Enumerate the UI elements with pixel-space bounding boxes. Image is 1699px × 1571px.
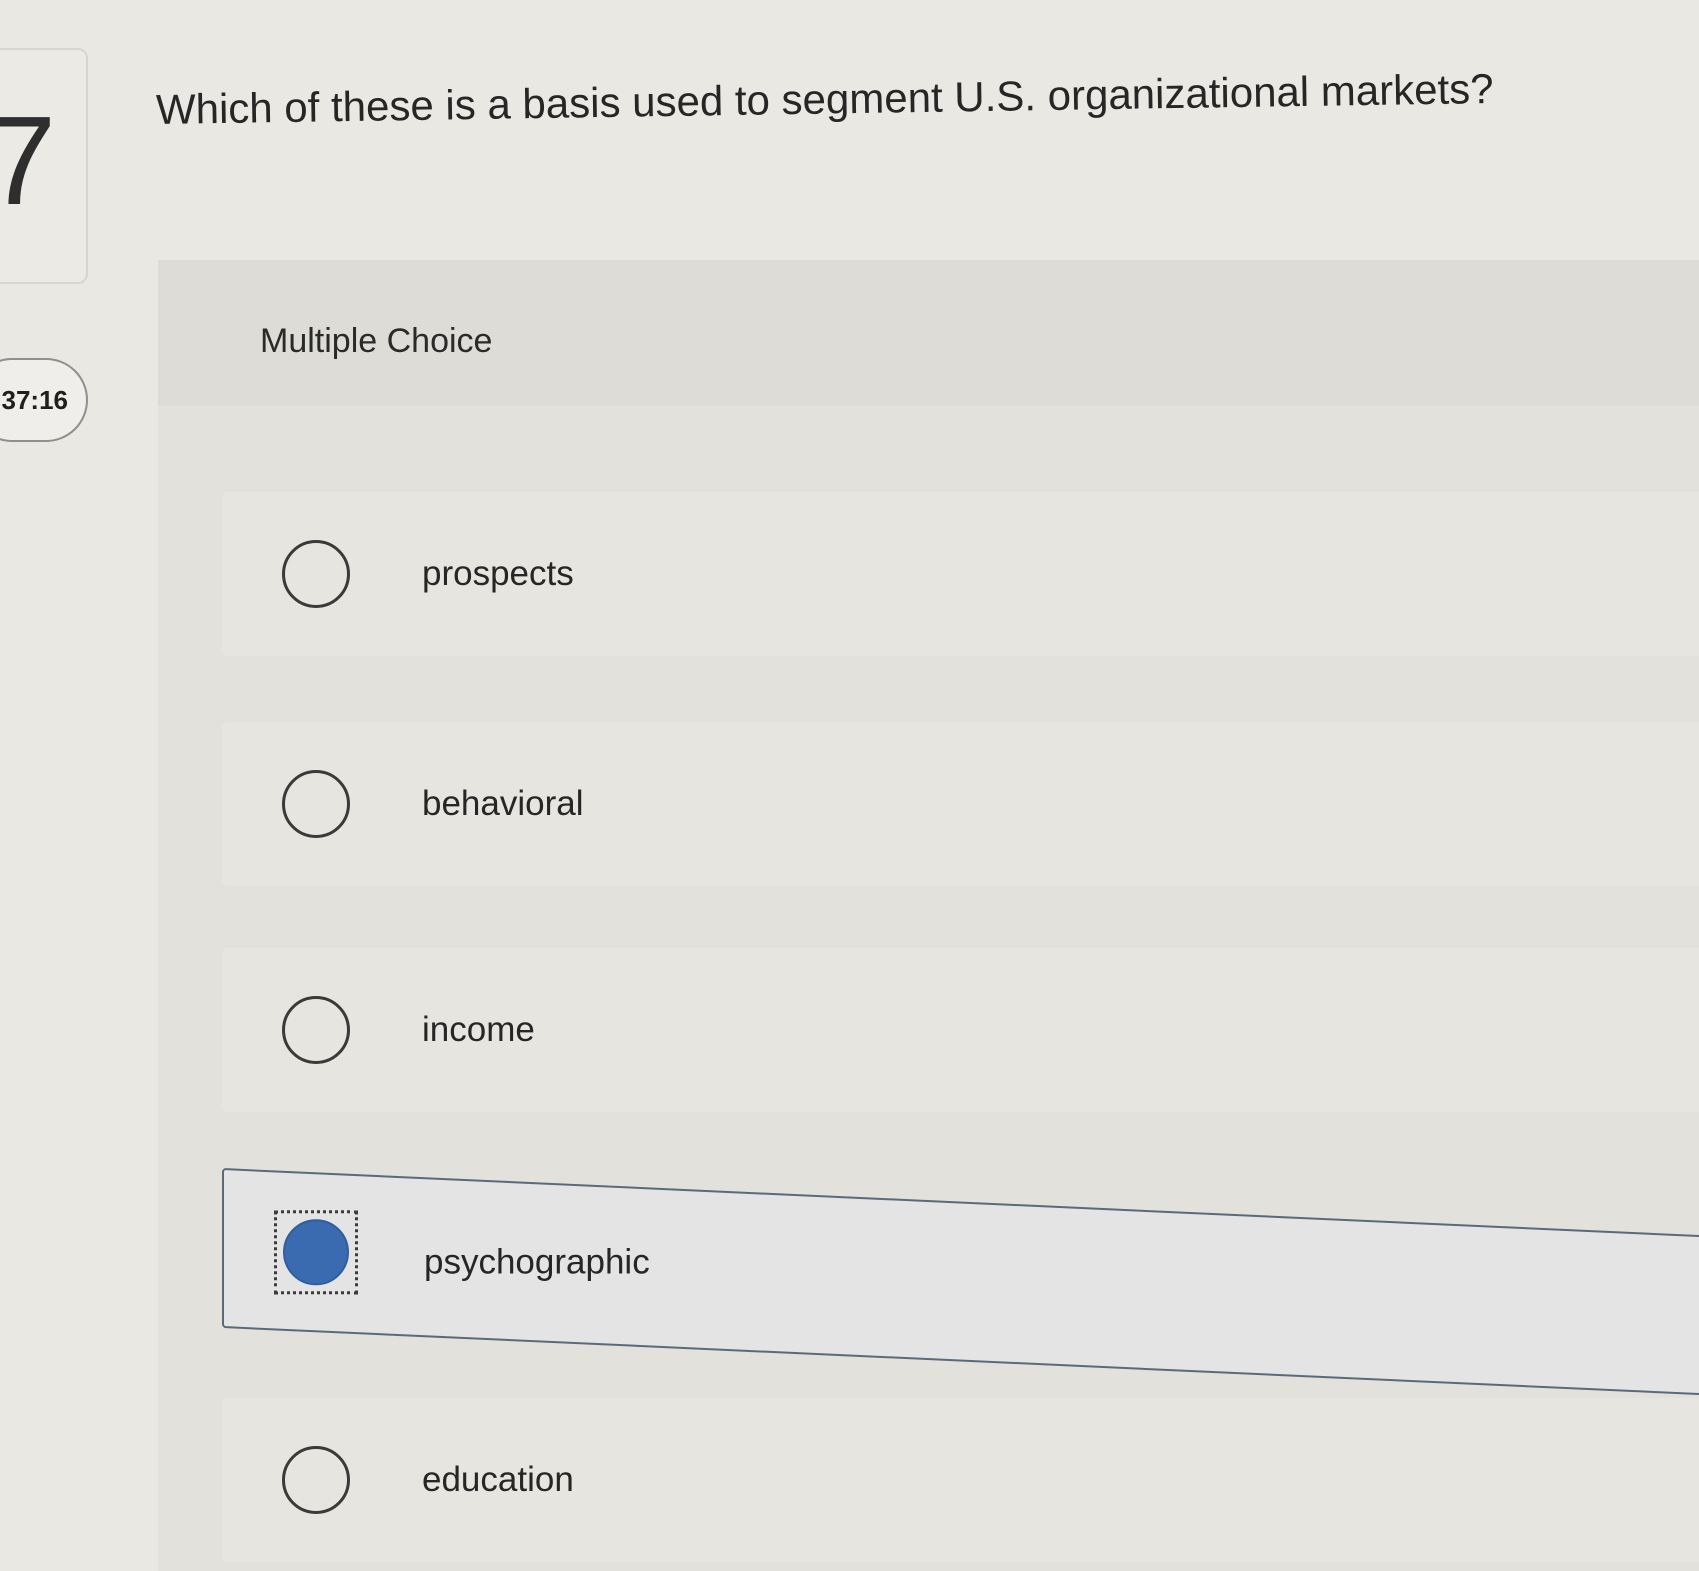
radio-button[interactable] (282, 1446, 350, 1514)
choice-label: psychographic (424, 1242, 650, 1282)
choice-option[interactable]: behavioral (222, 722, 1699, 886)
choice-label: income (422, 1010, 535, 1049)
timer-badge: :37:16 (0, 358, 88, 442)
choice-label: prospects (422, 554, 574, 593)
radio-button[interactable] (282, 770, 350, 838)
choice-label: behavioral (422, 784, 584, 823)
quiz-page: 7 :37:16 Which of these is a basis used … (0, 0, 1699, 1571)
multiple-choice-label: Multiple Choice (260, 322, 493, 360)
choice-option[interactable]: prospects (222, 492, 1699, 656)
radio-focus-ring[interactable] (274, 1210, 358, 1295)
radio-button[interactable] (282, 540, 350, 608)
choice-label: education (422, 1460, 574, 1499)
question-number: 7 (0, 90, 57, 231)
radio-button-selected (283, 1219, 349, 1286)
question-text: Which of these is a basis used to segmen… (155, 64, 1494, 133)
choice-option[interactable]: education (222, 1398, 1699, 1562)
choice-option[interactable]: income (222, 948, 1699, 1112)
radio-button[interactable] (282, 996, 350, 1064)
